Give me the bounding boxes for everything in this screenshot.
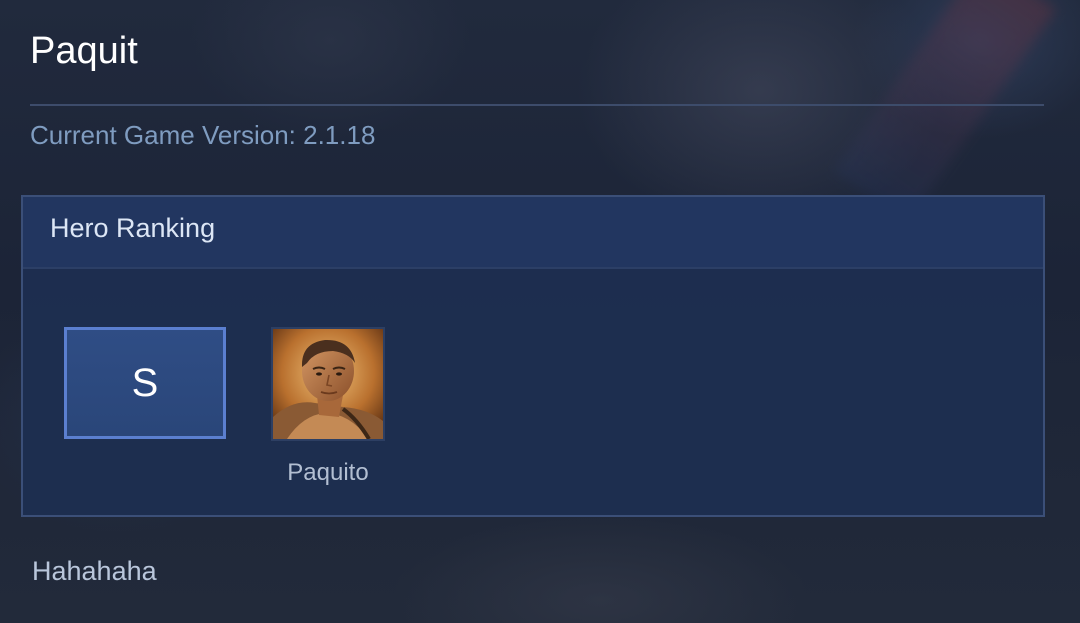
hero-ranking-panel: Hero Ranking S Paquito [21, 195, 1045, 517]
screen: Paquit Current Game Version: 2.1.18 Hero… [0, 0, 1080, 623]
page-title: Paquit [30, 30, 138, 72]
hero-name: Paquito [287, 459, 369, 486]
footer-note: Hahahaha [32, 556, 157, 586]
hero-portrait[interactable] [271, 327, 385, 441]
hero-ranking-heading: Hero Ranking [50, 213, 216, 243]
background-streak [833, 0, 1057, 223]
hero-card[interactable]: Paquito [271, 327, 385, 487]
tier-badge: S [64, 327, 226, 439]
hero-ranking-header: Hero Ranking [23, 197, 1043, 269]
title-divider [30, 104, 1044, 106]
game-version-text: Current Game Version: 2.1.18 [30, 120, 376, 150]
